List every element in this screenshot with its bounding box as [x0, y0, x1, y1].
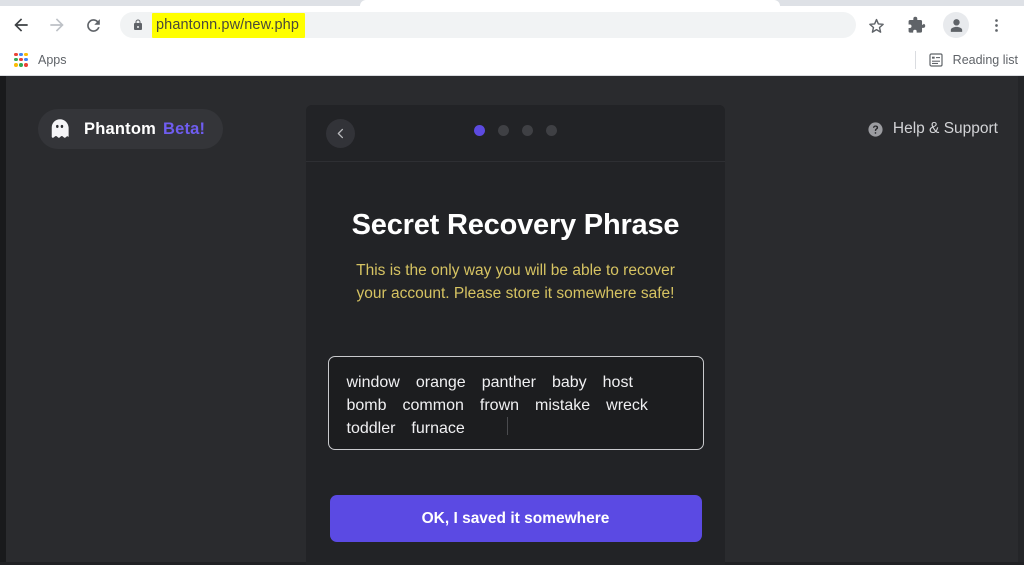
modal-header: [306, 105, 725, 162]
seed-word: baby: [551, 374, 587, 391]
seed-word: wreck: [606, 397, 648, 414]
seed-word: mistake: [535, 397, 591, 414]
bookmarks-separator: [914, 50, 916, 69]
browser-toolbar: phantonn.pw/new.php: [0, 6, 1024, 44]
seed-phrase-words: window orange panther baby host bomb com…: [347, 373, 685, 439]
brand-beta-badge: Beta!: [162, 119, 206, 138]
browser-menu-button[interactable]: [981, 10, 1011, 40]
help-and-support-link[interactable]: Help & Support: [867, 120, 998, 138]
back-arrow-icon: [14, 18, 28, 32]
forward-button[interactable]: [42, 10, 72, 40]
confirm-saved-button[interactable]: OK, I saved it somewhere: [329, 495, 702, 542]
seed-word: toddler: [346, 420, 396, 437]
seed-word: panther: [481, 374, 536, 391]
brand-name: Phantom: [84, 119, 156, 138]
forward-arrow-icon: [50, 18, 64, 32]
warning-line-1: This is the only way you will be able to…: [356, 262, 675, 279]
ghost-icon: [51, 119, 69, 138]
avatar: [943, 12, 969, 38]
seed-word: furnace: [411, 420, 465, 437]
seed-phrase-box[interactable]: window orange panther baby host bomb com…: [327, 356, 704, 450]
bookmark-button[interactable]: [861, 10, 891, 40]
seed-word: window: [346, 374, 400, 391]
url-text: phantonn.pw/new.php: [156, 17, 299, 33]
reading-list-icon: [929, 52, 943, 67]
seed-word: orange: [415, 374, 466, 391]
bookmarks-bar: Apps Reading list: [0, 44, 1024, 76]
modal-title: Secret Recovery Phrase: [351, 209, 680, 241]
profile-button[interactable]: [941, 10, 971, 40]
three-dot-menu-icon: [994, 18, 998, 32]
apps-grid-icon: [14, 52, 28, 67]
text-caret: [506, 417, 508, 435]
extensions-button[interactable]: [901, 10, 931, 40]
back-button[interactable]: [6, 10, 36, 40]
progress-dots: [306, 125, 725, 136]
warning-line-2: your account. Please store it somewhere …: [356, 285, 675, 302]
reading-list-area: Reading list: [914, 50, 1024, 69]
reload-icon: [86, 18, 100, 32]
reading-list-label[interactable]: Reading list: [953, 53, 1018, 67]
question-circle-icon: [868, 121, 883, 137]
progress-dot-4[interactable]: [546, 125, 557, 136]
seed-word: bomb: [346, 397, 387, 414]
seed-word: common: [402, 397, 464, 414]
left-edge-strip: [0, 76, 6, 562]
apps-shortcut[interactable]: Apps: [8, 50, 73, 70]
seed-word: host: [602, 374, 633, 391]
modal-warning-text: This is the only way you will be able to…: [330, 259, 702, 305]
address-bar[interactable]: phantonn.pw/new.php: [120, 12, 856, 38]
apps-label: Apps: [38, 52, 67, 67]
right-edge-strip: [1018, 76, 1024, 562]
browser-chrome: phantonn.pw/new.php Apps Reading list: [0, 0, 1024, 76]
page-content: Phantom Beta! Help & Support Secret Reco…: [0, 76, 1024, 565]
lock-icon: [134, 19, 142, 30]
help-label: Help & Support: [892, 120, 998, 137]
progress-dot-2[interactable]: [498, 125, 509, 136]
progress-dot-1[interactable]: [474, 125, 485, 136]
progress-dot-3[interactable]: [522, 125, 533, 136]
seed-word: frown: [479, 397, 520, 414]
star-icon: [868, 18, 884, 33]
reload-button[interactable]: [78, 10, 108, 40]
toolbar-right-icons: [856, 10, 1024, 40]
person-icon: [950, 18, 962, 32]
phantom-brand[interactable]: Phantom Beta!: [38, 109, 224, 149]
onboarding-modal: Secret Recovery Phrase This is the only …: [306, 105, 725, 565]
puzzle-icon: [908, 16, 925, 33]
